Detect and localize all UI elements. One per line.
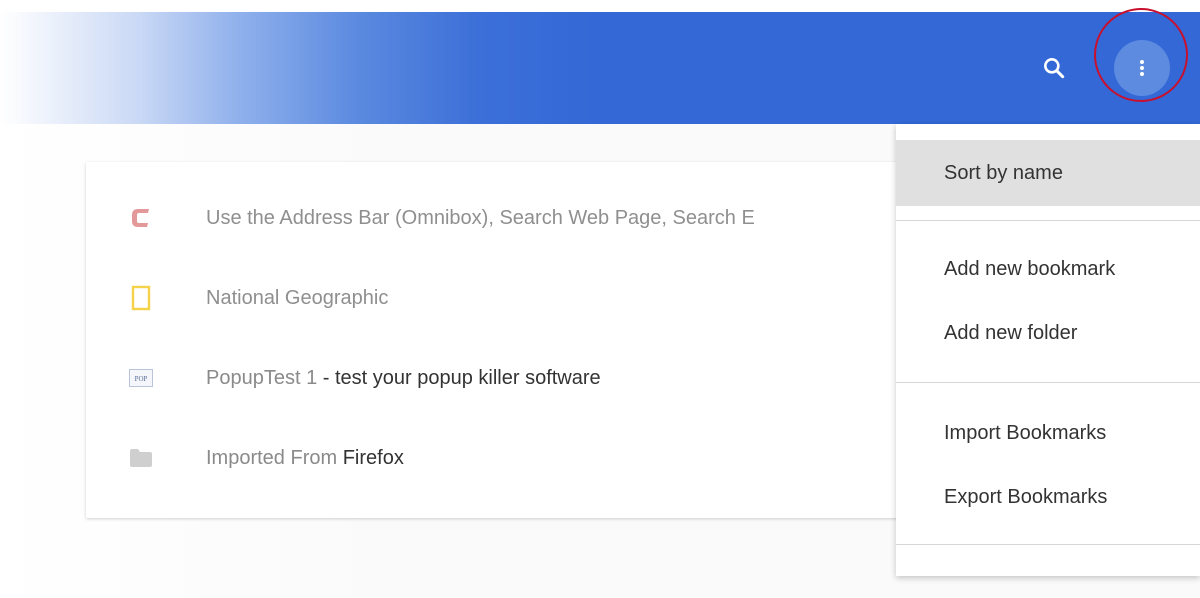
popup-test-icon: POP	[124, 361, 158, 395]
bookmark-title: National Geographic	[206, 286, 389, 309]
more-actions-menu: Sort by name Add new bookmark Add new fo…	[896, 124, 1200, 576]
menu-divider	[896, 544, 1200, 545]
comodo-c-icon	[124, 201, 158, 235]
menu-item-import-bookmarks[interactable]: Import Bookmarks	[896, 400, 1200, 466]
menu-divider	[896, 220, 1200, 221]
menu-divider	[896, 382, 1200, 383]
bookmark-list-card: Use the Address Bar (Omnibox), Search We…	[86, 162, 916, 518]
svg-text:POP: POP	[135, 375, 148, 383]
search-icon	[1044, 58, 1065, 79]
bookmark-row-address-bar[interactable]: Use the Address Bar (Omnibox), Search We…	[86, 178, 916, 258]
menu-item-add-new-bookmark[interactable]: Add new bookmark	[896, 236, 1200, 302]
app-toolbar	[0, 12, 1200, 124]
menu-item-add-new-folder[interactable]: Add new folder	[896, 300, 1200, 366]
bookmark-row-national-geographic[interactable]: National Geographic	[86, 258, 916, 338]
national-geographic-icon	[124, 281, 158, 315]
bookmark-row-imported-from-firefox[interactable]: Imported From Firefox	[86, 418, 916, 498]
bookmark-title: Use the Address Bar (Omnibox), Search We…	[206, 206, 755, 229]
more-actions-button[interactable]	[1114, 40, 1170, 96]
bookmark-row-popup-test[interactable]: POP PopupTest 1 - test your popup killer…	[86, 338, 916, 418]
bookmark-title: Imported From Firefox	[206, 446, 404, 469]
search-button[interactable]	[1026, 40, 1082, 96]
bookmark-title: PopupTest 1 - test your popup killer sof…	[206, 366, 601, 389]
menu-item-sort-by-name[interactable]: Sort by name	[896, 140, 1200, 206]
more-vert-icon	[1140, 60, 1144, 76]
folder-icon	[124, 441, 158, 475]
menu-item-export-bookmarks[interactable]: Export Bookmarks	[896, 464, 1200, 530]
